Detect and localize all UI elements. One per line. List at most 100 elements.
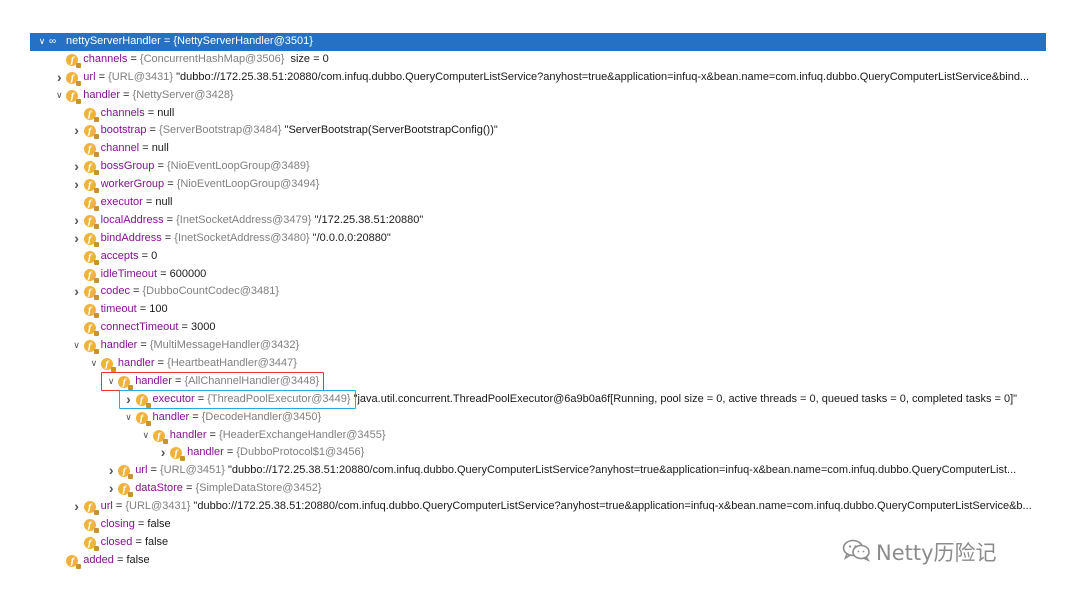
tree-row[interactable]: › f bossGroup = {NioEventLoopGroup@3489}: [30, 158, 1046, 176]
field-name: idleTimeout: [100, 267, 158, 280]
tree-row[interactable]: › f executor = {ThreadPoolExecutor@3449} "…: [30, 389, 1046, 409]
field-value: null: [155, 196, 173, 209]
tree-row[interactable]: ∨ ∞ nettyServerHandler = {NettyServerHandl…: [30, 33, 1046, 51]
chevron-down-icon[interactable]: ∨: [36, 33, 48, 51]
tree-row-content: nettyServerHandler = {NettyServerHandler…: [66, 33, 1046, 51]
object-reference: {InetSocketAddress@3479}: [176, 213, 312, 226]
field-name: bindAddress: [100, 231, 162, 244]
equals-sign: =: [223, 446, 237, 459]
tree-row-content: bootstrap = {ServerBootstrap@3484} "Serv…: [101, 122, 1046, 140]
tree-row-content: handler = {MultiMessageHandler@3432}: [101, 337, 1046, 355]
chevron-down-icon[interactable]: ∨: [140, 427, 152, 445]
object-reference: {DecodeHandler@3450}: [201, 410, 322, 423]
tree-row[interactable]: ∨ f handler = {DecodeHandler@3450}: [30, 409, 1046, 427]
field-icon: f: [83, 107, 99, 122]
tree-row-content: channels = {ConcurrentHashMap@3506} size…: [83, 51, 1046, 69]
chevron-right-icon[interactable]: ›: [71, 176, 83, 194]
field-name: timeout: [100, 303, 137, 316]
object-reference: {NettyServer@3428}: [132, 88, 234, 101]
field-value: 600000: [169, 267, 207, 280]
tree-row[interactable]: › f bootstrap = {ServerBootstrap@3484} "Se…: [30, 122, 1046, 140]
chevron-down-icon[interactable]: ∨: [53, 87, 65, 105]
chevron-right-icon[interactable]: ›: [71, 212, 83, 230]
field-icon: f: [66, 53, 82, 68]
field-value: "dubbo://172.25.38.51:20880/com.infuq.du…: [224, 464, 1017, 477]
tree-row[interactable]: ∨ f handler = {MultiMessageHandler@3432}: [30, 337, 1046, 355]
equals-sign: =: [144, 106, 158, 119]
object-reference: {NioEventLoopGroup@3489}: [166, 160, 310, 173]
tree-row[interactable]: f timeout = 100: [30, 301, 1046, 319]
equals-sign: =: [132, 535, 145, 548]
equals-sign: =: [154, 357, 168, 370]
chevron-right-icon[interactable]: ›: [71, 283, 83, 301]
field-name: channels: [83, 52, 128, 65]
tree-row[interactable]: ∨ f handler = {HeaderExchangeHandler@3455}: [30, 427, 1046, 445]
field-name: added: [83, 553, 114, 566]
field-value: 3000: [191, 321, 216, 334]
field-value: false: [144, 535, 169, 548]
field-name: url: [100, 500, 113, 513]
field-name: handler: [83, 88, 120, 101]
field-icon: f: [83, 286, 99, 301]
field-icon: f: [83, 536, 99, 551]
tree-row[interactable]: ∨ f handler = {AllChannelHandler@3448}: [30, 371, 1046, 391]
field-name: nettyServerHandler: [66, 35, 161, 47]
tree-row[interactable]: › f workerGroup = {NioEventLoopGroup@3494}: [30, 176, 1046, 194]
field-icon: f: [83, 268, 99, 283]
tree-row[interactable]: f executor = null: [30, 194, 1046, 212]
field-icon: f: [83, 250, 99, 265]
equals-sign: =: [138, 249, 152, 262]
field-icon: f: [83, 519, 99, 534]
chevron-right-icon[interactable]: ›: [157, 444, 169, 462]
object-reference: {NioEventLoopGroup@3494}: [176, 178, 320, 191]
chevron-right-icon[interactable]: ›: [71, 498, 83, 516]
tree-row-content: url = {URL@3451} "dubbo://172.25.38.51:2…: [135, 462, 1046, 480]
tree-row[interactable]: › f handler = {DubboProtocol$1@3456}: [30, 444, 1046, 462]
tree-row[interactable]: ∨ f handler = {NettyServer@3428}: [30, 87, 1046, 105]
field-value: 0: [151, 249, 158, 262]
tree-row[interactable]: › f dataStore = {SimpleDataStore@3452}: [30, 480, 1046, 498]
tree-row[interactable]: f channels = {ConcurrentHashMap@3506} siz…: [30, 51, 1046, 69]
field-icon: f: [83, 161, 99, 176]
tree-row[interactable]: › f codec = {DubboCountCodec@3481}: [30, 283, 1046, 301]
equals-sign: =: [161, 231, 175, 244]
tree-row[interactable]: f closing = false: [30, 516, 1046, 534]
tree-row[interactable]: f idleTimeout = 600000: [30, 266, 1046, 284]
tree-row[interactable]: f channels = null: [30, 105, 1046, 123]
chevron-right-icon[interactable]: ›: [105, 462, 117, 480]
tree-row[interactable]: › f bindAddress = {InetSocketAddress@3480}…: [30, 230, 1046, 248]
equals-sign: =: [146, 124, 160, 137]
chevron-down-icon[interactable]: ∨: [123, 409, 135, 427]
tree-row[interactable]: f connectTimeout = 3000: [30, 319, 1046, 337]
equals-sign: =: [139, 142, 152, 155]
equals-sign: =: [178, 321, 191, 334]
equals-sign: =: [157, 267, 170, 280]
object-reference: {NettyServerHandler@3501}: [173, 35, 313, 47]
tree-row[interactable]: f accepts = 0: [30, 248, 1046, 266]
tree-row[interactable]: › f url = {URL@3431} "dubbo://172.25.38.51…: [30, 69, 1046, 87]
tree-row[interactable]: › f url = {URL@3451} "dubbo://172.25.38.51…: [30, 462, 1046, 480]
watermark: Netty历险记: [842, 538, 997, 566]
equals-sign: =: [136, 303, 150, 316]
tree-row[interactable]: f channel = null: [30, 140, 1046, 158]
chevron-right-icon[interactable]: ›: [71, 230, 83, 248]
chevron-down-icon[interactable]: ∨: [71, 337, 83, 355]
tree-row[interactable]: › f localAddress = {InetSocketAddress@3479…: [30, 212, 1046, 230]
chevron-right-icon[interactable]: ›: [105, 480, 117, 498]
tree-row[interactable]: › f url = {URL@3431} "dubbo://172.25.38.51…: [30, 498, 1046, 516]
field-name: url: [135, 464, 148, 477]
field-icon: f: [83, 232, 99, 247]
chevron-right-icon[interactable]: ›: [53, 69, 65, 87]
tree-row-content: channel = null: [101, 140, 1046, 158]
field-value: "dubbo://172.25.38.51:20880/com.infuq.du…: [190, 500, 1032, 513]
field-name: closing: [100, 518, 135, 531]
chevron-down-icon[interactable]: ∨: [88, 355, 100, 373]
chevron-right-icon[interactable]: ›: [71, 122, 83, 140]
field-value: "dubbo://172.25.38.51:20880/com.infuq.du…: [173, 70, 1030, 83]
object-reference: {ServerBootstrap@3484}: [159, 124, 282, 137]
chevron-right-icon[interactable]: ›: [71, 158, 83, 176]
tree-row[interactable]: ∨ f handler = {HeartbeatHandler@3447}: [30, 355, 1046, 373]
field-icon: f: [83, 197, 99, 212]
equals-sign: =: [95, 70, 109, 83]
field-name: handler: [117, 357, 155, 370]
